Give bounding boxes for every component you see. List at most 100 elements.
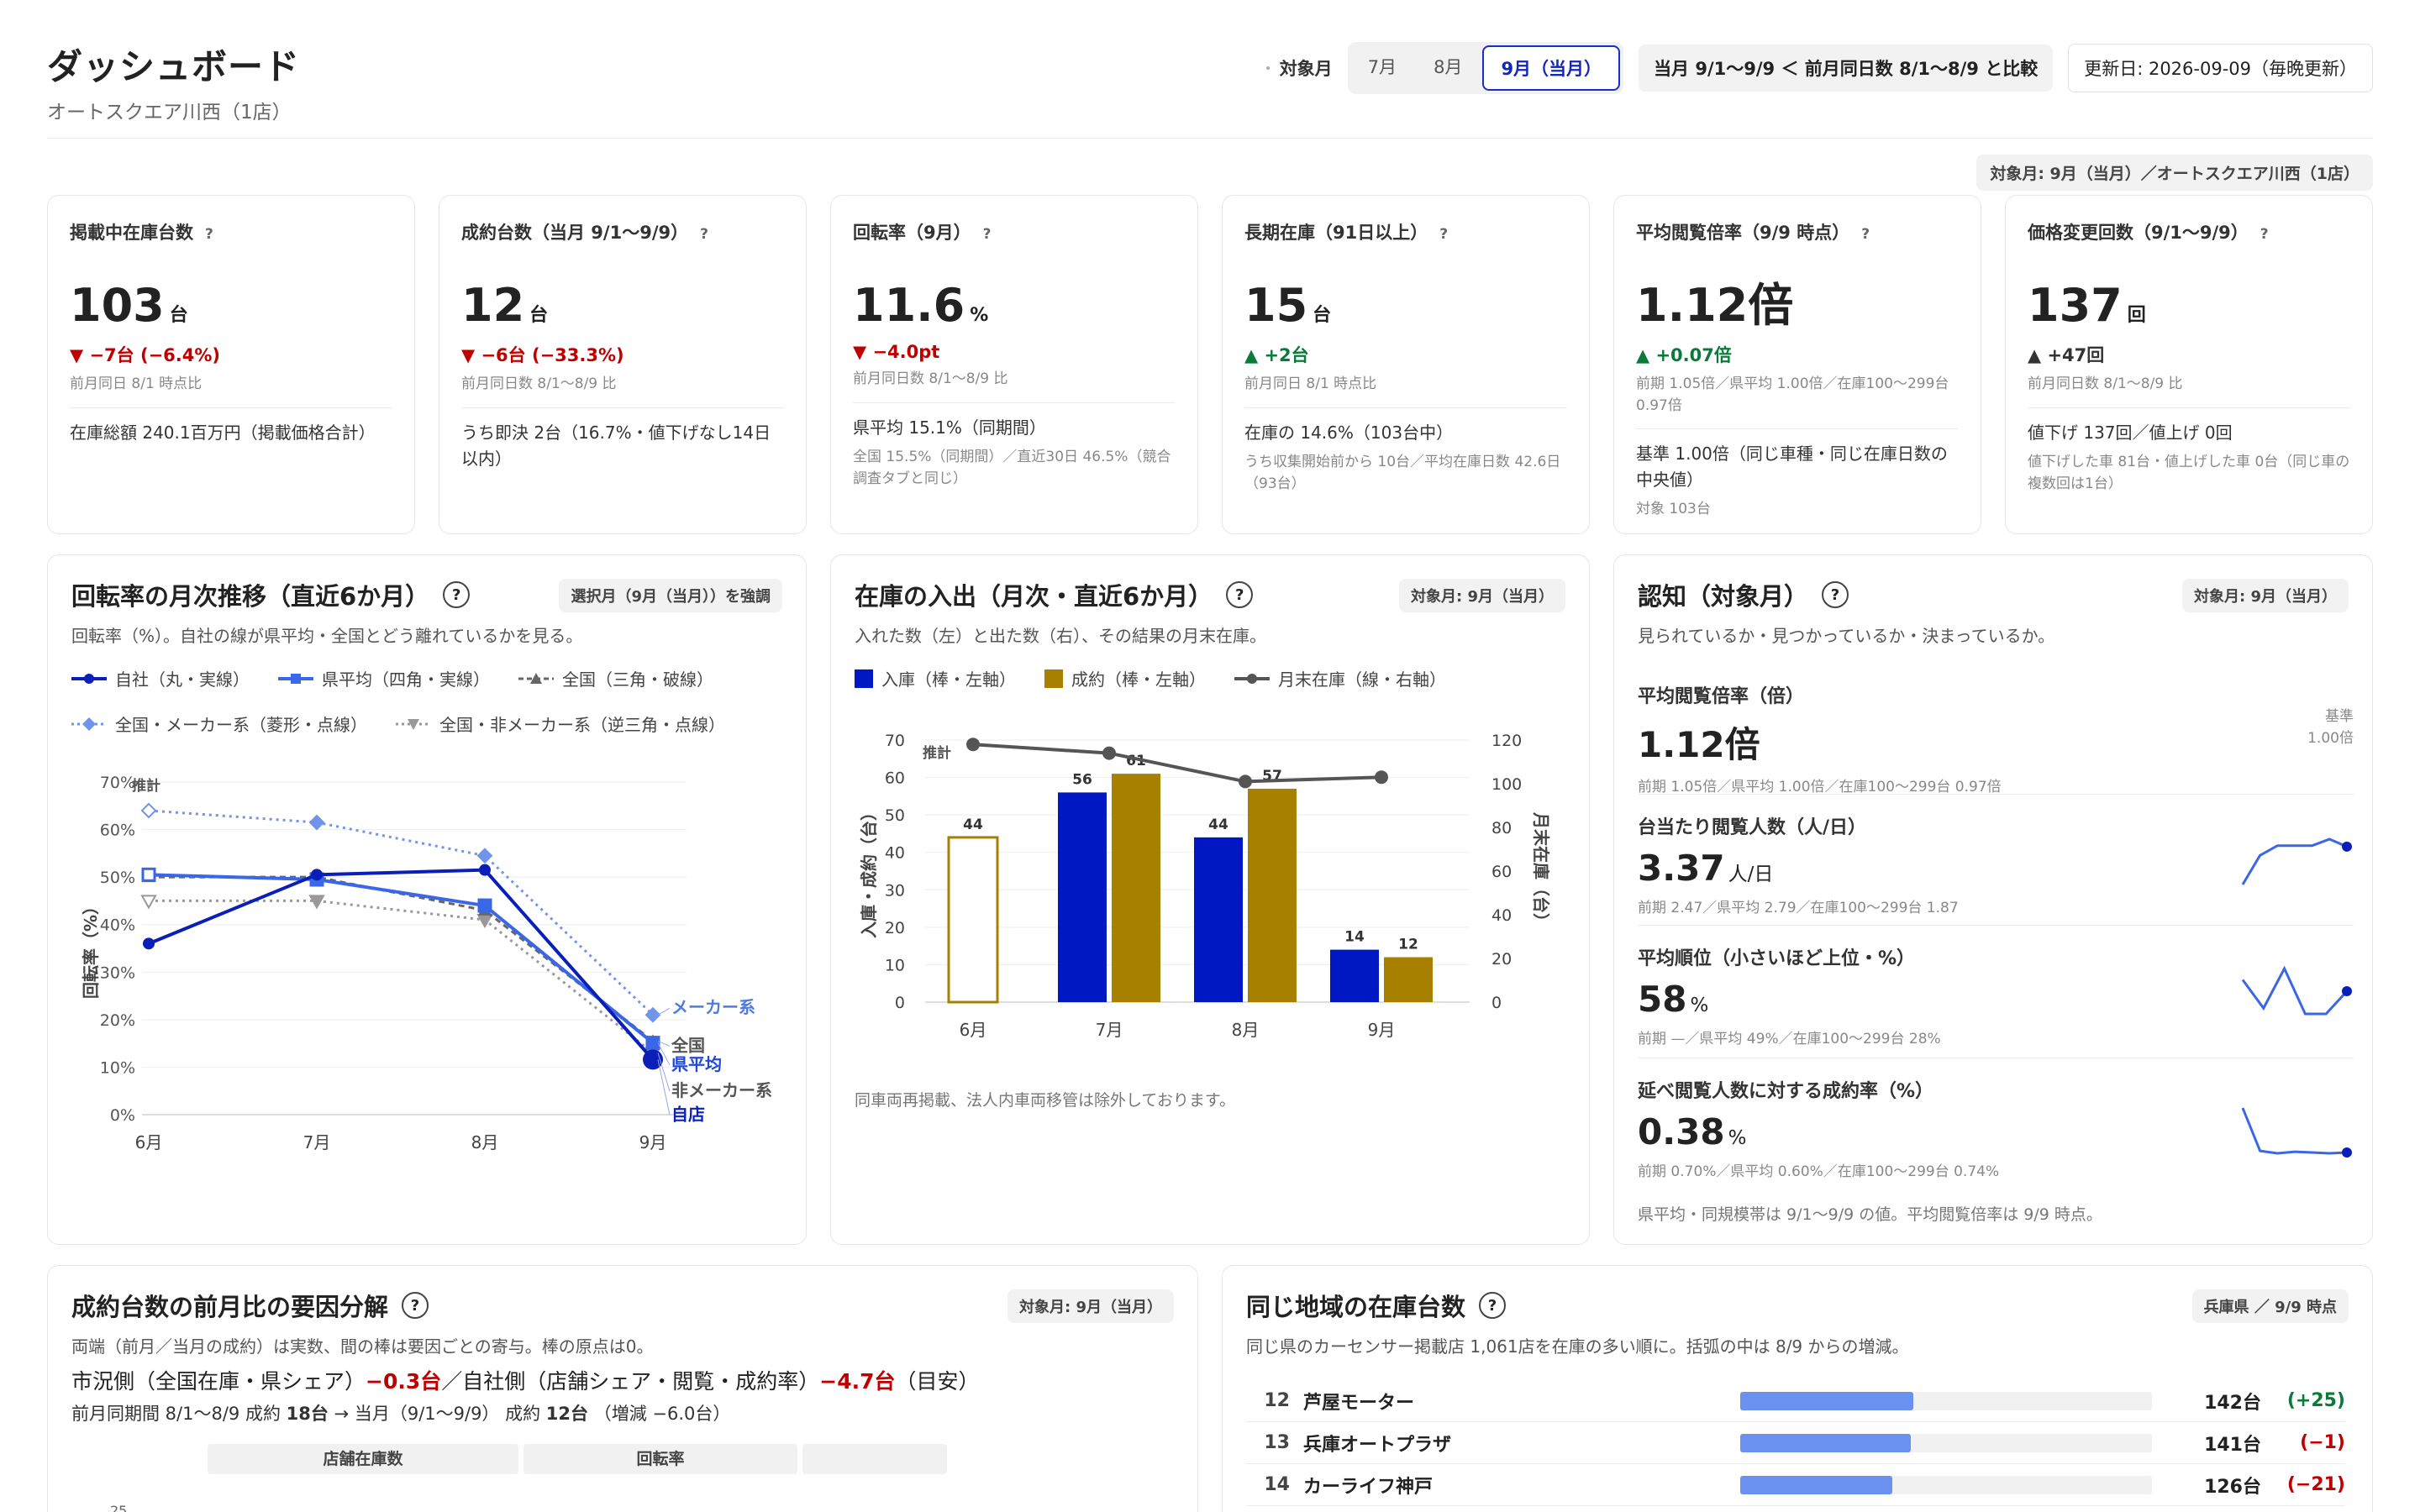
kpi-title-text: 価格変更回数（9/1〜9/9）	[2028, 223, 2249, 243]
y-left-tick: 70	[885, 732, 905, 750]
separator: ／	[441, 1369, 463, 1394]
month-tab-aug[interactable]: 8月	[1417, 45, 1479, 91]
sparkline-path	[2241, 837, 2348, 885]
bar-label: 12	[1398, 937, 1418, 953]
bar-sold	[1112, 774, 1160, 1002]
legend-nation-label: 全国（三角・破線）	[562, 669, 713, 690]
notice-footnote: 県平均・同規模帯は 9/1〜9/9 の値。平均閲覧倍率は 9/9 時点。	[1638, 1205, 2102, 1224]
x-tick-label: 6月	[135, 1132, 163, 1152]
data-point	[645, 1036, 660, 1051]
kpi-compare: 前月同日数 8/1〜8/9 比	[461, 375, 617, 392]
help-icon[interactable]: ?	[2260, 226, 2269, 243]
metric-value-text: 58	[1638, 979, 1687, 1020]
stock-count: 126台	[2204, 1476, 2261, 1498]
metric-unit: 人/日	[1728, 864, 1774, 885]
kpi-value: 103 台	[70, 283, 392, 328]
y-tick-label: 0%	[110, 1106, 135, 1125]
metric-compare: 前期 2.47／県平均 2.79／在庫100〜299台 1.87	[1638, 900, 1959, 916]
legend-own-label: 自社（丸・実線）	[115, 669, 250, 690]
help-icon[interactable]: ?	[443, 581, 471, 608]
kpi-delta: ▼ −7台 (−6.4%)	[70, 345, 221, 365]
y-left-tick: 10	[885, 956, 905, 974]
help-icon[interactable]: ?	[1226, 581, 1254, 608]
turnover-panel: 回転率の月次推移（直近6か月）? 選択月（9月（当月））を強調 回転率（%）。自…	[47, 554, 807, 1245]
end-label: メーカー系	[671, 997, 755, 1017]
legend-in: 入庫（棒・左軸）	[855, 666, 1016, 690]
data-point	[476, 848, 493, 864]
turnover-legend-row1: 自社（丸・実線） 県平均（四角・実線） 全国（三角・破線）	[71, 666, 713, 690]
kpi-value-text: 137	[2028, 279, 2123, 332]
conversion-sparkline	[2241, 1107, 2352, 1158]
y-right-tick: 120	[1491, 732, 1522, 750]
help-icon[interactable]: ?	[1439, 226, 1448, 243]
help-icon[interactable]: ?	[983, 226, 992, 243]
updated-badge: 更新日: 2026-09-09（毎晩更新）	[2068, 44, 2373, 92]
column-header-turnover: 回転率	[523, 1444, 797, 1474]
kpi-title-text: 成約台数（当月 9/1〜9/9）	[461, 223, 689, 243]
y-tick-label: 60%	[100, 822, 135, 840]
ranking-row[interactable]: 13 兵庫オートプラザ 141台 (−1)	[1246, 1422, 2345, 1464]
rank-number: 14	[1264, 1474, 1290, 1495]
month-tab-sep[interactable]: 9月（当月）	[1482, 45, 1621, 91]
metric-value-text: 1.12倍	[1638, 724, 1760, 765]
stock-delta: (+25)	[2286, 1390, 2345, 1411]
tail-note: （目安）	[895, 1369, 980, 1394]
store-name: オートスクエア川西（1店）	[47, 102, 292, 123]
legend-line-icon	[71, 717, 107, 731]
sparkline-point	[2342, 1147, 2352, 1158]
stock-count: 141台	[2204, 1434, 2261, 1456]
legend-sold: 成約（棒・左軸）	[1044, 666, 1206, 690]
divider	[1638, 925, 2354, 926]
divider	[70, 407, 392, 408]
month-label-text: 対象月	[1279, 59, 1333, 79]
bar-in	[1330, 949, 1379, 1002]
x-tick-label: 9月	[1368, 1020, 1396, 1040]
kpi-card: 成約台数（当月 9/1〜9/9）? 12 台 ▼ −6台 (−33.3%) 前月同日数 …	[439, 195, 807, 534]
own-label: 自社側（店舗シェア・閲覧・成約率）	[462, 1369, 820, 1394]
kpi-detail: 在庫の 14.6%（103台中）	[1244, 422, 1454, 443]
metric-value-text: 0.38	[1638, 1111, 1725, 1152]
help-icon[interactable]: ?	[1822, 581, 1849, 608]
divider	[1636, 428, 1959, 429]
ranking-row[interactable]: 12 芦屋モーター 142台 (+25)	[1246, 1380, 2345, 1422]
help-icon[interactable]: ?	[205, 226, 213, 243]
kpi-compare: 前月同日数 8/1〜8/9 比	[853, 370, 1008, 387]
legend-line-icon	[396, 718, 431, 730]
scope-badge: 対象月: 9月（当月）／オートスクエア川西（1店）	[1976, 155, 2373, 191]
divider	[2028, 407, 2350, 408]
divider	[853, 402, 1176, 403]
legend-nonmaker: 全国・非メーカー系（逆三角・点線）	[396, 711, 725, 736]
metric-value: 1.12倍	[1638, 717, 2354, 768]
help-icon[interactable]: ?	[1861, 226, 1870, 243]
y-tick-label: 70%	[100, 774, 135, 792]
ranking-row[interactable]: 14 カーライフ神戸 126台 (−21)	[1246, 1464, 2345, 1506]
legend-sold-label: 成約（棒・左軸）	[1071, 669, 1206, 690]
kpi-title: 成約台数（当月 9/1〜9/9）?	[461, 219, 784, 244]
notice-panel: 認知（対象月）? 対象月: 9月（当月） 見られているか・見つかっているか・決ま…	[1613, 554, 2373, 1245]
legend-stock-label: 月末在庫（線・右軸）	[1278, 669, 1446, 690]
help-icon[interactable]: ?	[402, 1292, 429, 1319]
leader-line	[657, 1059, 671, 1116]
bar-sold	[1248, 788, 1297, 1002]
turnover-title-text: 回転率の月次推移（直近6か月）	[71, 582, 430, 611]
end-label: 全国	[671, 1035, 705, 1055]
y-right-tick: 100	[1491, 775, 1522, 794]
metric-conversion: 延べ閲覧人数に対する成約率（%） 0.38% 前期 0.70%／県平均 0.60…	[1638, 1076, 2354, 1180]
help-icon[interactable]: ?	[700, 226, 708, 243]
region-panel: 同じ地域の在庫台数? 兵庫県 ／ 9/9 時点 同じ県のカーセンサー掲載店 1,…	[1222, 1265, 2373, 1512]
kpi-delta: ▲ +0.07倍	[1636, 345, 1732, 365]
kpi-value-text: 12	[461, 279, 525, 332]
rank-number: 13	[1264, 1432, 1290, 1453]
divider	[461, 407, 784, 408]
legend-nonmaker-label: 全国・非メーカー系（逆三角・点線）	[439, 715, 725, 735]
y-left-tick: 50	[885, 806, 905, 825]
legend-line-icon	[71, 673, 107, 684]
y-left-tick: 20	[885, 919, 905, 937]
kpi-delta: ▲ +47回	[2028, 345, 2105, 365]
cur-value: 12台	[545, 1404, 589, 1424]
help-icon[interactable]: ?	[1479, 1292, 1507, 1319]
month-tab-jul[interactable]: 7月	[1351, 45, 1413, 91]
inout-tag: 対象月: 9月（当月）	[1399, 579, 1565, 612]
month-selector: 7月 8月 9月（当月）	[1347, 42, 1624, 94]
metric-label: 延べ閲覧人数に対する成約率（%）	[1638, 1081, 1934, 1102]
